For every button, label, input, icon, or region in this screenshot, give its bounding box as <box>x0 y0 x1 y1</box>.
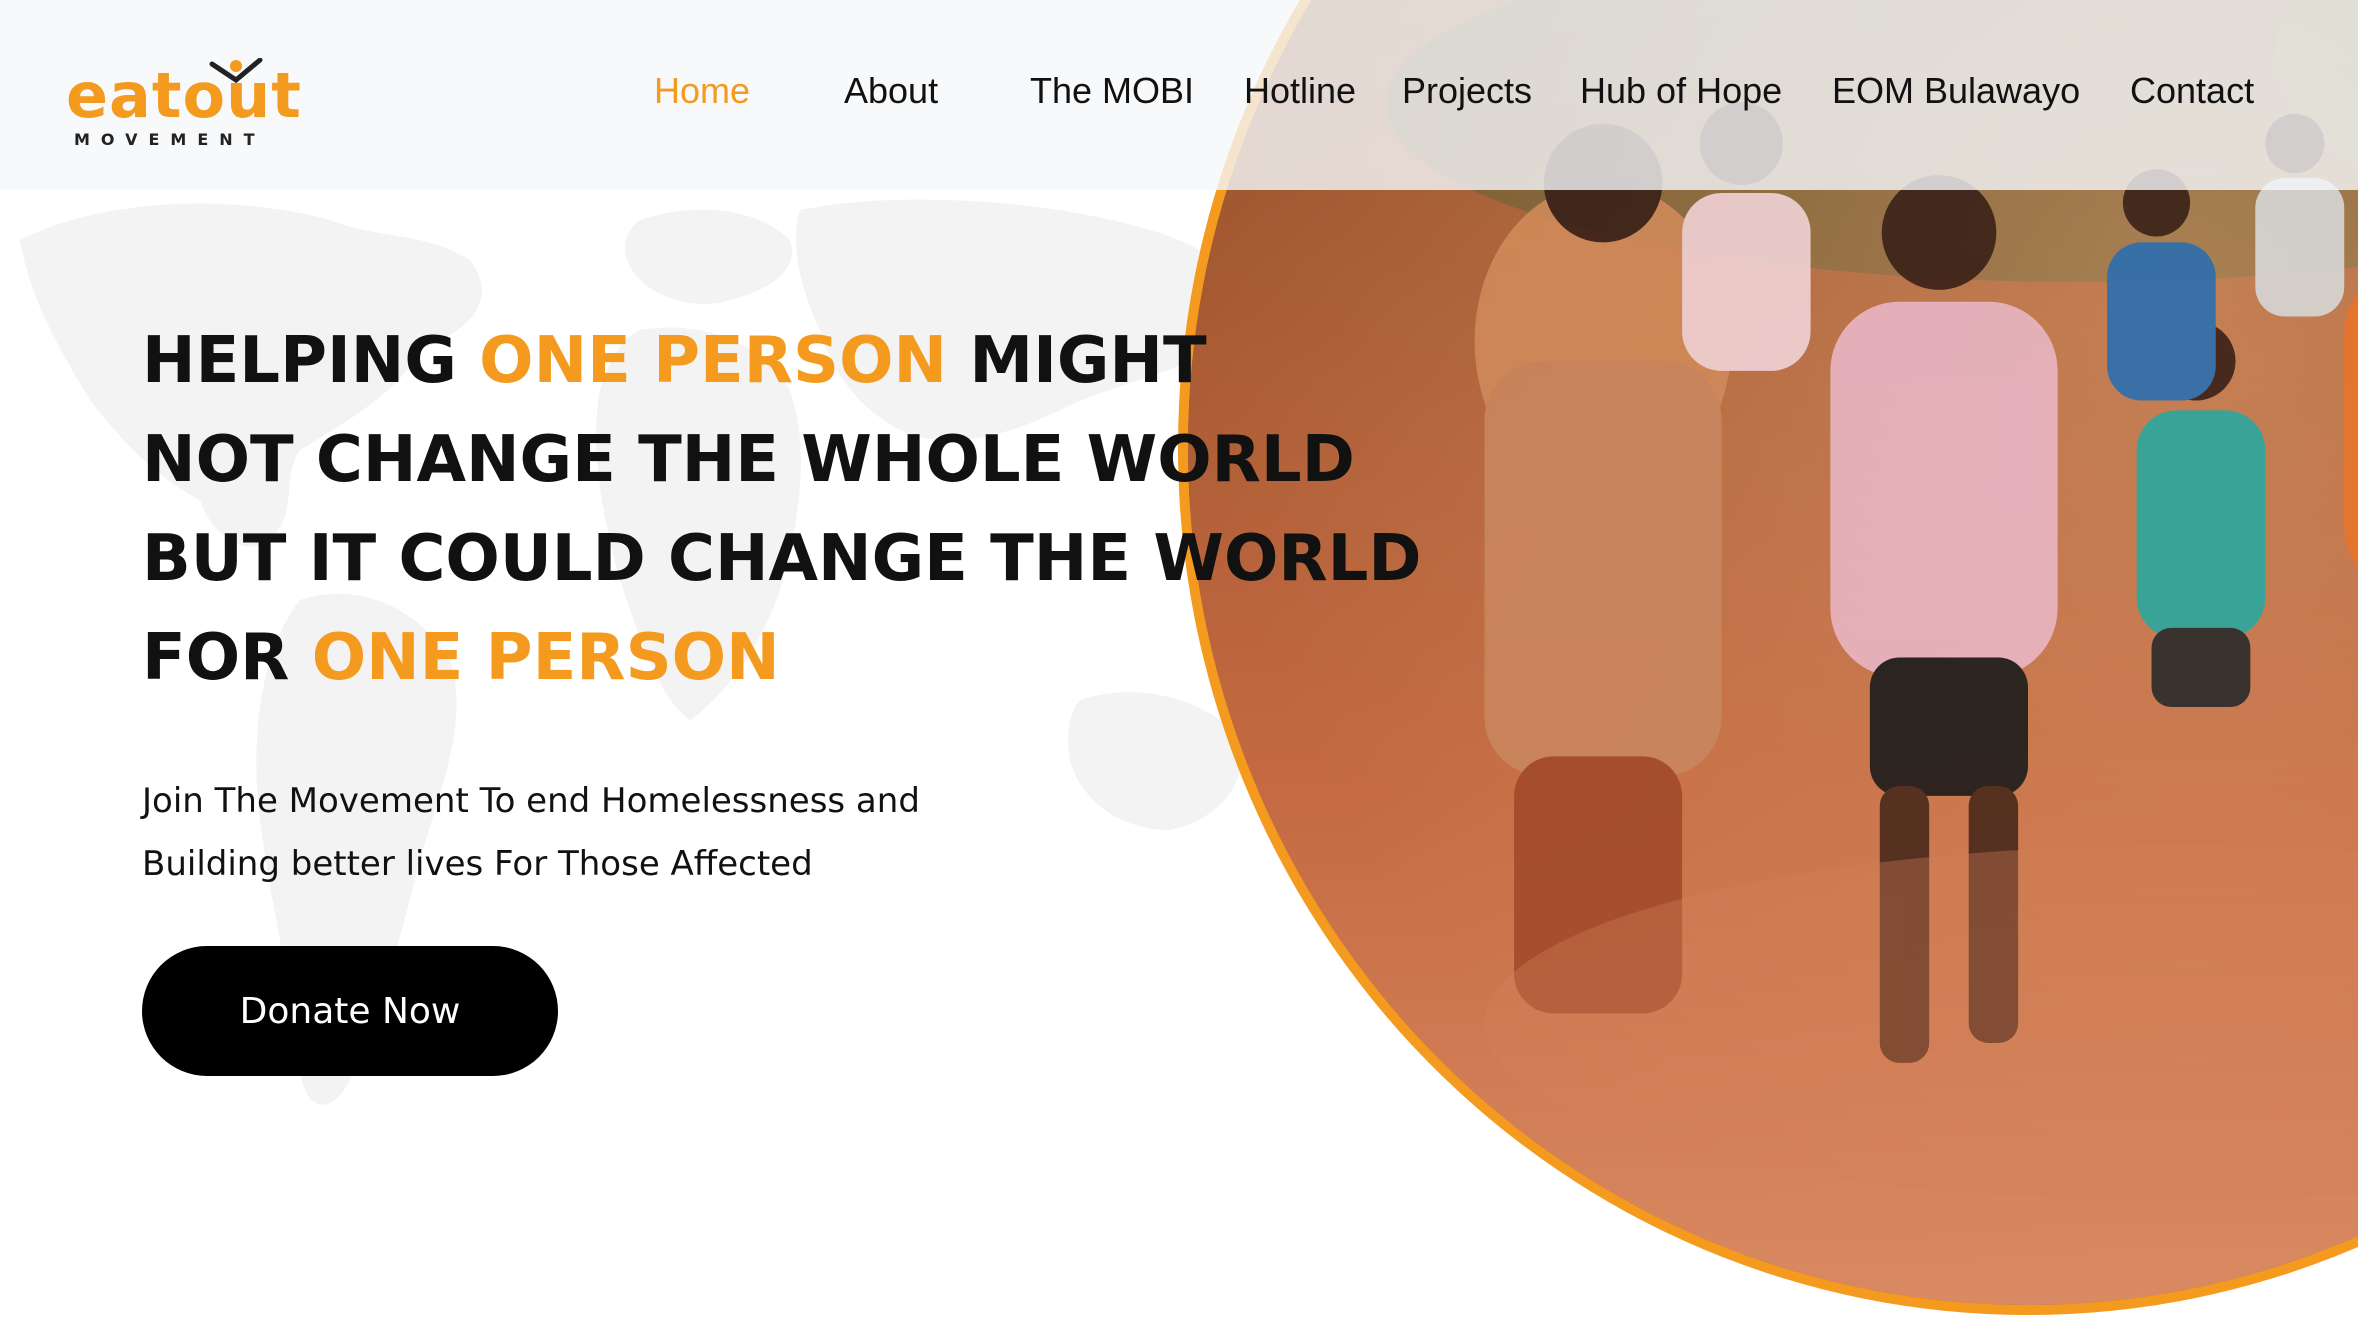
headline-text: HELPING <box>142 324 480 398</box>
nav-projects[interactable]: Projects <box>1402 70 1532 112</box>
site-header: eatout MOVEMENT Home About The MOBI Hotl… <box>0 0 2358 190</box>
nav-hub-of-hope[interactable]: Hub of Hope <box>1580 70 1782 112</box>
headline-line-3: BUT IT COULD CHANGE THE WORLD <box>142 522 1422 596</box>
hero-subtext: Join The Movement To end Homelessness an… <box>142 770 920 896</box>
nav-hotline[interactable]: Hotline <box>1244 70 1356 112</box>
nav-about[interactable]: About <box>844 70 938 112</box>
logo[interactable]: eatout MOVEMENT <box>66 58 306 158</box>
logo-subtext: MOVEMENT <box>74 130 266 149</box>
headline-line-2: NOT CHANGE THE WHOLE WORLD <box>142 423 1355 497</box>
page: eatout MOVEMENT Home About The MOBI Hotl… <box>0 0 2358 1321</box>
nav-the-mobi[interactable]: The MOBI <box>1030 70 1194 112</box>
hero-headline: HELPING ONE PERSON MIGHT NOT CHANGE THE … <box>142 312 1422 708</box>
headline-text: FOR <box>142 621 312 695</box>
hero-image <box>1178 0 2358 1315</box>
nav-home[interactable]: Home <box>654 70 750 112</box>
logo-text: eatout <box>66 59 302 132</box>
subtext-line-1: Join The Movement To end Homelessness an… <box>142 781 920 821</box>
headline-text: MIGHT <box>947 324 1207 398</box>
headline-accent: ONE PERSON <box>311 621 780 695</box>
nav-contact[interactable]: Contact <box>2130 70 2254 112</box>
headline-accent: ONE PERSON <box>479 324 948 398</box>
nav-eom-bulawayo[interactable]: EOM Bulawayo <box>1832 70 2080 112</box>
donate-now-button[interactable]: Donate Now <box>142 946 558 1076</box>
headline-line-4: FOR ONE PERSON <box>142 609 1292 708</box>
subtext-line-2: Building better lives For Those Affected <box>142 844 813 884</box>
logo-person-icon <box>209 58 263 84</box>
headline-line-1: HELPING ONE PERSON MIGHT <box>142 312 1292 411</box>
